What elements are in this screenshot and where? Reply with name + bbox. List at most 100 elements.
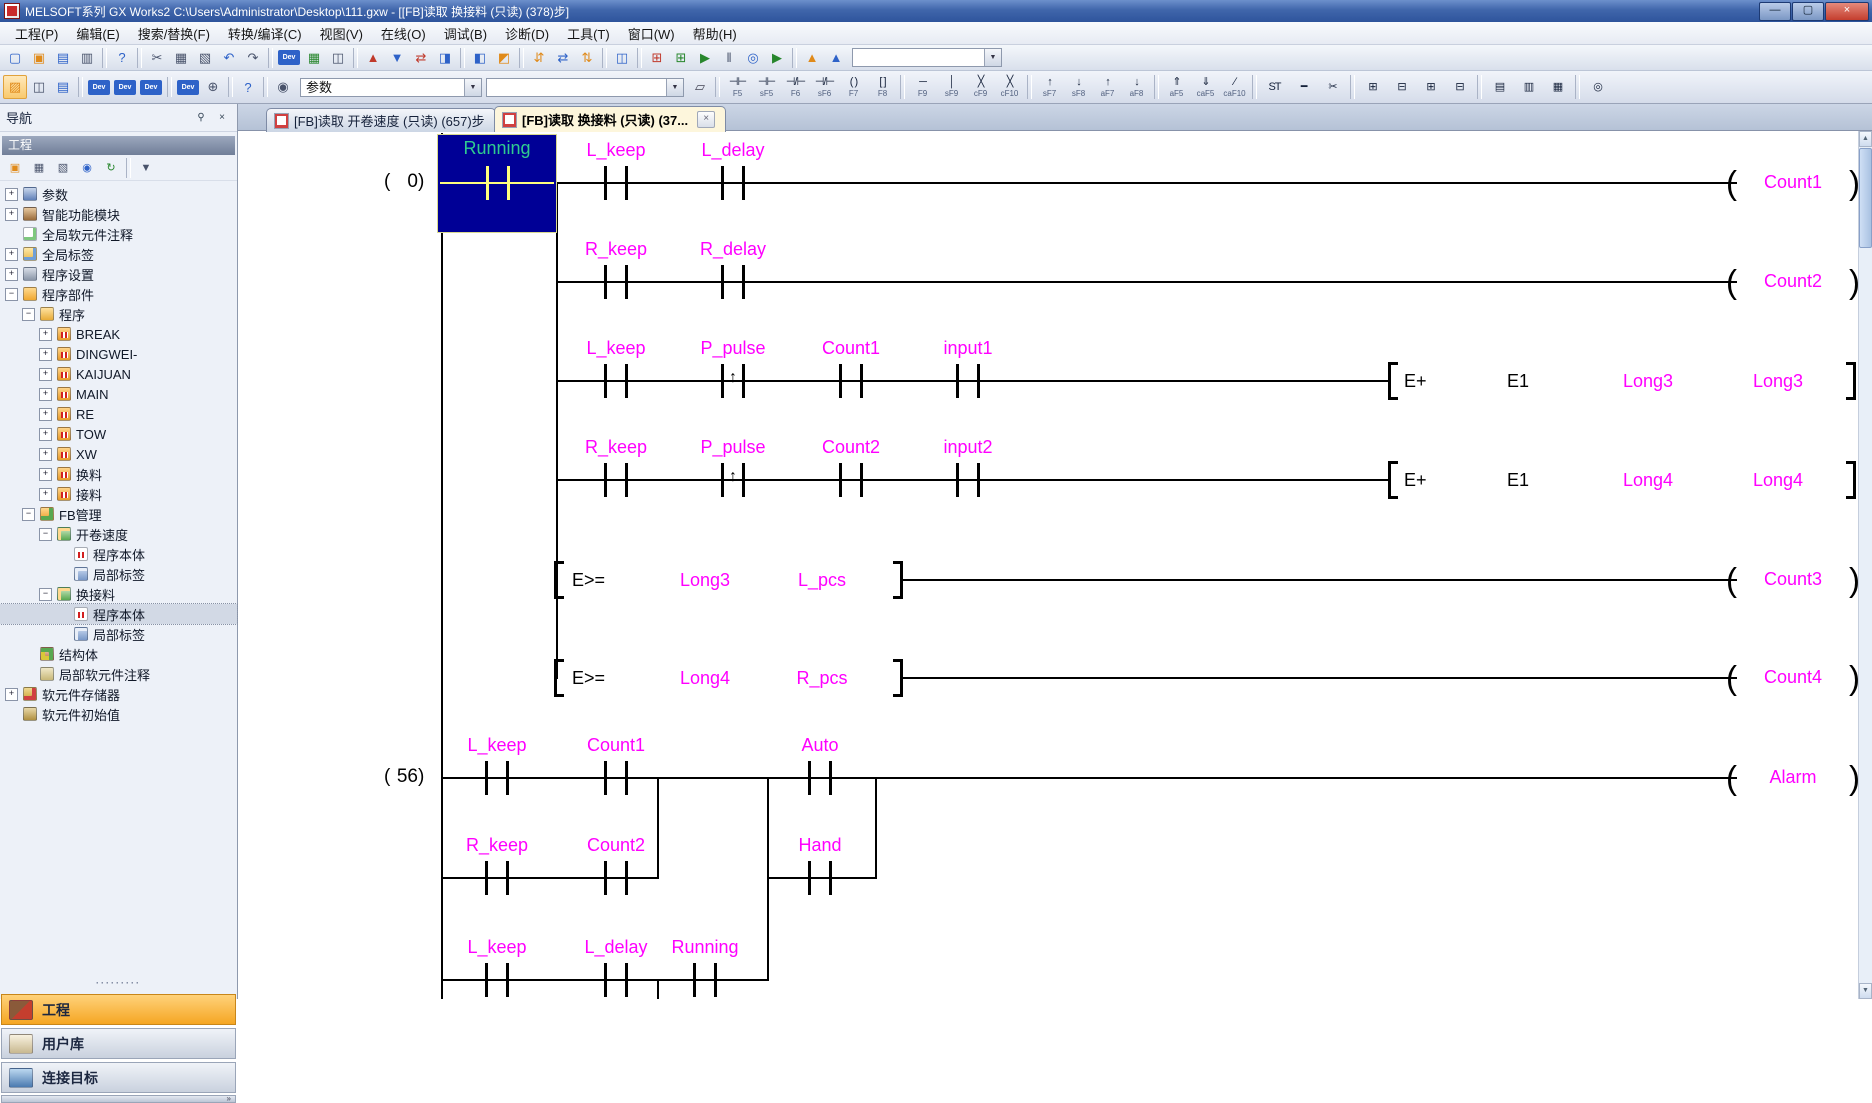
ladder-editor-canvas[interactable] bbox=[239, 131, 1858, 999]
tree-item[interactable]: + 换料 bbox=[0, 464, 237, 484]
tree-item[interactable]: 程序本体 bbox=[0, 544, 237, 564]
expand-toggle-icon[interactable]: + bbox=[39, 348, 52, 361]
expand-toggle-icon[interactable]: + bbox=[39, 428, 52, 441]
device-comment-icon[interactable]: Dev bbox=[278, 50, 300, 65]
tree-item[interactable]: 局部标签 bbox=[0, 564, 237, 584]
display-screen-icon[interactable]: ◫ bbox=[610, 46, 634, 70]
tree-item[interactable]: 软元件初始值 bbox=[0, 704, 237, 724]
screen-zoom-button[interactable]: ◎ bbox=[1583, 72, 1612, 103]
delete-hline-button[interactable]: ╳ cF9 bbox=[966, 72, 995, 103]
tree-item[interactable]: + RE bbox=[0, 404, 237, 424]
project-view-icon[interactable]: ▨ bbox=[3, 75, 27, 99]
monitor-start-red-icon[interactable]: ⊞ bbox=[645, 46, 669, 70]
scrollbar-thumb[interactable] bbox=[1859, 148, 1872, 248]
nav-refresh-icon[interactable]: ↻ bbox=[99, 157, 123, 179]
tree-item[interactable]: + TOW bbox=[0, 424, 237, 444]
device-batch-dev-icon[interactable]: Dev bbox=[140, 80, 162, 95]
panel-resize-handle[interactable]: ········· bbox=[0, 978, 237, 988]
device-test-icon[interactable]: ◫ bbox=[326, 46, 350, 70]
menu-item[interactable]: 工具(T) bbox=[558, 22, 619, 45]
tab-close-icon[interactable]: × bbox=[697, 111, 715, 128]
tree-item[interactable]: + XW bbox=[0, 444, 237, 464]
comment-button[interactable]: ▦ bbox=[1543, 72, 1572, 103]
tree-item[interactable]: − FB管理 bbox=[0, 504, 237, 524]
expand-toggle-icon[interactable]: + bbox=[39, 408, 52, 421]
watch-stop-icon[interactable]: ◩ bbox=[492, 46, 516, 70]
pin-icon[interactable]: ⚲ bbox=[192, 110, 210, 126]
separator[interactable] bbox=[1350, 75, 1355, 99]
chevron-down-icon[interactable]: ▼ bbox=[984, 49, 1001, 66]
tree-item[interactable]: 局部软元件注释 bbox=[0, 664, 237, 684]
tree-item[interactable]: + 参数 bbox=[0, 184, 237, 204]
expand-toggle-icon[interactable]: + bbox=[5, 248, 18, 261]
tree-item[interactable]: + 智能功能模块 bbox=[0, 204, 237, 224]
menu-item[interactable]: 工程(P) bbox=[6, 22, 67, 45]
expand-toggle-icon[interactable]: + bbox=[39, 468, 52, 481]
find-binoculars-icon[interactable]: ◉ bbox=[271, 75, 295, 99]
menu-item[interactable]: 调试(B) bbox=[435, 22, 496, 45]
tree-item[interactable]: + 软元件存储器 bbox=[0, 684, 237, 704]
monitor-find-icon[interactable]: ◎ bbox=[741, 46, 765, 70]
expand-toggle-icon[interactable]: + bbox=[5, 208, 18, 221]
redo-icon[interactable]: ↷ bbox=[241, 46, 265, 70]
expand-toggle-icon[interactable]: + bbox=[5, 268, 18, 281]
separator[interactable] bbox=[228, 77, 233, 97]
nav-paste-icon[interactable]: ▧ bbox=[51, 157, 75, 179]
statement-button[interactable]: ▤ bbox=[1485, 72, 1514, 103]
tree-item[interactable]: + KAIJUAN bbox=[0, 364, 237, 384]
insert-row-button[interactable]: ⊞ bbox=[1358, 72, 1387, 103]
nav-filter-icon[interactable]: ▼ bbox=[134, 157, 158, 179]
watch-start-icon[interactable]: ◧ bbox=[468, 46, 492, 70]
separator[interactable] bbox=[78, 77, 83, 97]
expand-toggle-icon[interactable]: + bbox=[39, 448, 52, 461]
separator[interactable] bbox=[353, 48, 358, 68]
new-icon[interactable]: ▢ bbox=[3, 46, 27, 70]
tree-item[interactable]: + BREAK bbox=[0, 324, 237, 344]
plc-read-icon[interactable]: ▼ bbox=[385, 46, 409, 70]
transfer-setup-icon[interactable]: ⇵ bbox=[527, 46, 551, 70]
expand-toggle-icon[interactable]: − bbox=[39, 588, 52, 601]
delete-column-button[interactable]: ⊟ bbox=[1445, 72, 1474, 103]
expand-toggle-icon[interactable]: − bbox=[22, 508, 35, 521]
work-window-icon[interactable]: ▤ bbox=[51, 75, 75, 99]
tree-item[interactable]: 程序本体 bbox=[0, 604, 237, 624]
plc-verify-icon[interactable]: ⇄ bbox=[409, 46, 433, 70]
delete-vline-button[interactable]: ╳ cF10 bbox=[995, 72, 1024, 103]
delete-row-button[interactable]: ⊟ bbox=[1387, 72, 1416, 103]
tab-huanjieliao[interactable]: [FB]读取 换接料 (只读) (37... × bbox=[494, 106, 726, 132]
vertical-line-button[interactable]: │ sF9 bbox=[937, 72, 966, 103]
menu-item[interactable]: 搜索/替换(F) bbox=[129, 22, 219, 45]
expand-toggle-icon[interactable]: + bbox=[39, 328, 52, 341]
zoom-target-icon[interactable]: ⊕ bbox=[201, 75, 225, 99]
close-icon[interactable]: × bbox=[213, 110, 231, 126]
plc-write-icon[interactable]: ▲ bbox=[361, 46, 385, 70]
separator[interactable] bbox=[1477, 75, 1482, 99]
secondary-combo[interactable]: ▼ bbox=[486, 78, 684, 97]
separator[interactable] bbox=[602, 48, 607, 68]
step-up-icon[interactable]: ▲ bbox=[800, 46, 824, 70]
separator[interactable] bbox=[268, 48, 273, 68]
monitor-step-icon[interactable]: ▶ bbox=[765, 46, 789, 70]
tree-item[interactable]: 全局软元件注释 bbox=[0, 224, 237, 244]
horizontal-line-button[interactable]: ─ F9 bbox=[908, 72, 937, 103]
help-circle-icon[interactable]: ? bbox=[236, 75, 260, 99]
result-falling-button[interactable]: ⇓ caF5 bbox=[1191, 72, 1220, 103]
monitor-start-green-icon[interactable]: ⊞ bbox=[669, 46, 693, 70]
tree-item[interactable]: 结构体 bbox=[0, 644, 237, 664]
menu-item[interactable]: 视图(V) bbox=[311, 22, 372, 45]
separator[interactable] bbox=[102, 48, 107, 68]
separator[interactable] bbox=[126, 158, 131, 178]
plc-monitor-icon[interactable]: ◨ bbox=[433, 46, 457, 70]
data-select-combo[interactable]: 参数▼ bbox=[300, 78, 482, 97]
result-invert-button[interactable]: ∕ caF10 bbox=[1220, 72, 1249, 103]
device-display-dev-icon[interactable]: Dev bbox=[177, 80, 199, 95]
menu-item[interactable]: 窗口(W) bbox=[619, 22, 684, 45]
separator[interactable] bbox=[519, 48, 524, 68]
nav-new-icon[interactable]: ▣ bbox=[3, 157, 27, 179]
rising-pulse-branch-button[interactable]: ↑ aF7 bbox=[1093, 72, 1122, 103]
module-config-icon[interactable]: ◫ bbox=[27, 75, 51, 99]
transfer-write-icon[interactable]: ⇅ bbox=[575, 46, 599, 70]
expand-toggle-icon[interactable]: − bbox=[39, 528, 52, 541]
copy-icon[interactable]: ▦ bbox=[169, 46, 193, 70]
new-data-icon[interactable]: ▱ bbox=[688, 75, 712, 99]
